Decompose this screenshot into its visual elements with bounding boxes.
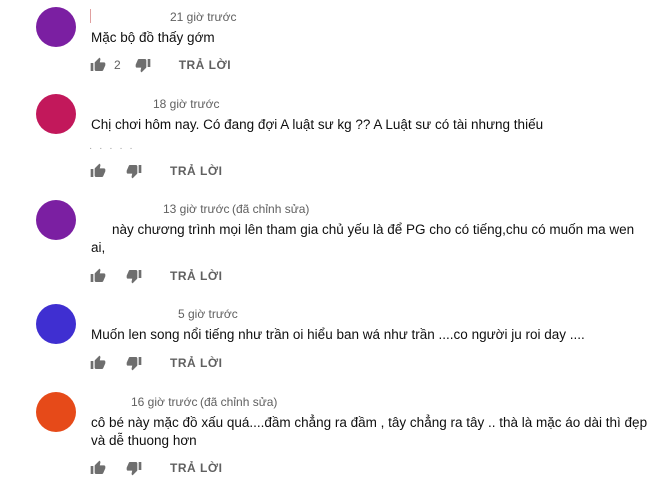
comment: 16 giờ trước (đã chỉnh sửa) cô bé này mặ… — [0, 0, 665, 479]
comment-text-line2: và dễ thuong hơn — [91, 433, 197, 448]
reply-button[interactable]: TRẢ LỜI — [170, 461, 222, 475]
comment-text: cô bé này mặc đồ xấu quá....đầm chẳng ra… — [91, 415, 648, 430]
author-name[interactable] — [90, 395, 126, 409]
comment-time[interactable]: 16 giờ trước — [131, 395, 197, 409]
comment-actions: TRẢ LỜI — [88, 458, 222, 478]
thumb-down-icon[interactable] — [124, 458, 144, 478]
avatar[interactable] — [36, 392, 76, 432]
edited-label: (đã chỉnh sửa) — [200, 395, 278, 409]
thumb-up-icon[interactable] — [88, 458, 108, 478]
